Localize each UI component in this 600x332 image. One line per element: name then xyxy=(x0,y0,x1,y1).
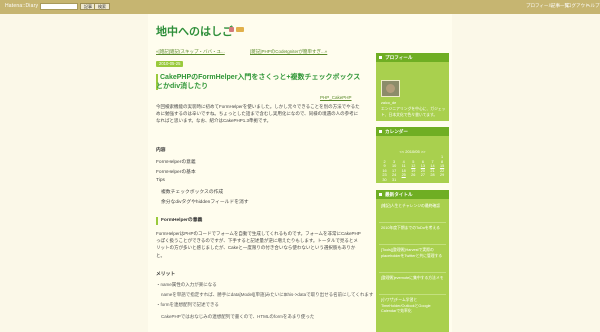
calendar-day: 2 xyxy=(383,159,386,164)
calendar-day: 31 xyxy=(391,178,397,182)
recent-entry-link[interactable]: [Tools][整理術]Harvestで実際のplaceholderをTwitt… xyxy=(381,248,447,259)
search-secondary-button[interactable]: 検索 xyxy=(94,3,110,10)
search-input[interactable] xyxy=(40,3,78,10)
calendar-heading: カレンダー xyxy=(376,127,449,136)
recent-entry-link[interactable]: [雑記]人生とチャレンジの最終確認 xyxy=(381,204,447,210)
calendar-day: 21 xyxy=(430,168,435,173)
merit-heading: メリット xyxy=(156,272,176,277)
calendar-day: 28 xyxy=(430,173,435,178)
profile-description: エンジニアリングを中心に、ガジェット、日本文化で色々書いてます。 xyxy=(381,107,446,117)
divider xyxy=(379,222,446,223)
nav-help[interactable]: ヘルプ xyxy=(586,3,600,9)
calendar-day[interactable]: 12 xyxy=(409,164,418,168)
entry-intro: 今回検索機能の実装時に初めてFormHelperを使いました。しかし元々できるこ… xyxy=(156,104,360,124)
calendar-day: 18 xyxy=(401,168,406,173)
calendar-day: 9 xyxy=(383,164,386,169)
toc-heading: 内容 xyxy=(156,148,166,153)
toc-item[interactable]: FormHelperの意義 xyxy=(156,158,196,165)
calendar-day: 16 xyxy=(382,168,387,173)
calendar-day: 19 xyxy=(411,168,416,173)
section-heading: FormHelperの意義 xyxy=(156,217,361,225)
divider xyxy=(379,244,446,245)
calendar-day: 11 xyxy=(401,164,406,169)
prev-entry-link[interactable]: «[雑記]雑記(スキップ・ババ・ユ... xyxy=(156,49,225,55)
nav-profile[interactable]: プロフィール xyxy=(526,3,553,9)
rss-badge-icon[interactable] xyxy=(229,27,234,32)
merit-item: ・name属性の入力が楽になる xyxy=(156,282,217,287)
merit-item: CakePHPではおなじみの連想配列で書くので、HTMLのformをあまり使った xyxy=(161,314,315,319)
top-bar: Hatena::Diary 記事 検索 プロフィール 記事一覧 ログアウト ヘル… xyxy=(0,0,600,14)
calendar-day: 24 xyxy=(391,173,397,178)
toc-item[interactable]: 複数チェックボックスの作成 xyxy=(161,188,223,195)
recent-heading: 最新タイトル xyxy=(376,190,449,199)
blog-title[interactable]: 地中へのはしご xyxy=(156,23,233,39)
calendar-day: 6 xyxy=(421,159,424,164)
entry-category-link[interactable]: PHP_CakePHP xyxy=(320,95,352,100)
calendar-day: 27 xyxy=(420,173,425,178)
calendar-day[interactable]: 25 xyxy=(399,173,408,177)
calendar-day: 22 xyxy=(439,168,445,173)
feed-badge-icon[interactable] xyxy=(236,27,244,32)
calendar-month-nav[interactable]: << 2010/05 >> xyxy=(376,149,449,154)
calendar-day: 23 xyxy=(382,173,387,178)
calendar-day: 30 xyxy=(382,178,387,182)
calendar-day: 20 xyxy=(420,168,425,173)
calendar-day: 5 xyxy=(412,159,415,164)
profile-avatar[interactable] xyxy=(381,80,400,97)
divider xyxy=(379,294,446,295)
calendar-day: 29 xyxy=(439,173,445,178)
calendar-day[interactable]: 14 xyxy=(428,164,437,168)
site-brand[interactable]: Hatena::Diary xyxy=(5,3,38,9)
calendar-day: 4 xyxy=(402,159,405,164)
calendar-day: 8 xyxy=(441,159,444,164)
merit-item: nameを単語で指定すれば、勝手にdata[Model][単語]みたいに$thi… xyxy=(161,292,374,297)
profile-heading: プロフィール xyxy=(376,53,449,62)
recent-entry-link[interactable]: [整理術]evernoteに集中する方法メモ xyxy=(381,276,447,282)
divider xyxy=(379,272,446,273)
recent-entry-link[interactable]: 2010年度下期までのToDoを考える xyxy=(381,226,447,232)
calendar-day: 26 xyxy=(411,173,416,178)
calendar-day: 10 xyxy=(391,164,397,169)
toc-item[interactable]: FormHelperの基本 xyxy=(156,168,196,175)
recent-entry-link[interactable]: [小ワザ]チーム学習とTimeHolder/OutlookとGoogle Cal… xyxy=(381,298,447,315)
calendar-day: 1 xyxy=(441,155,444,159)
entry-date: 2010-05-25 xyxy=(156,61,184,67)
merit-item: ・formを連想配列で記述できる xyxy=(156,302,219,307)
toc-item[interactable]: Tips xyxy=(156,178,165,183)
calendar-day: 7 xyxy=(431,159,434,164)
next-entry-link[interactable]: [雑記]PHPのCodeIgniterが簡単すぎ...» xyxy=(250,49,327,55)
section-text: FormHelperはPHPのコードでフォームを自動で生成してくれるものです。フ… xyxy=(156,231,361,258)
calendar-day: 3 xyxy=(393,159,396,164)
calendar-day[interactable]: 13 xyxy=(418,164,427,168)
toc-item[interactable]: 余分なdivタグやhiddenフィールドを消す xyxy=(161,198,249,205)
entry-title[interactable]: CakePHPのFormHelper入門をさくっと+複数チェックボックスとかdi… xyxy=(156,73,361,91)
profile-name[interactable]: zaico_de xyxy=(381,101,396,105)
calendar-day[interactable]: 15 xyxy=(438,164,447,168)
calendar-day: 17 xyxy=(391,168,397,173)
